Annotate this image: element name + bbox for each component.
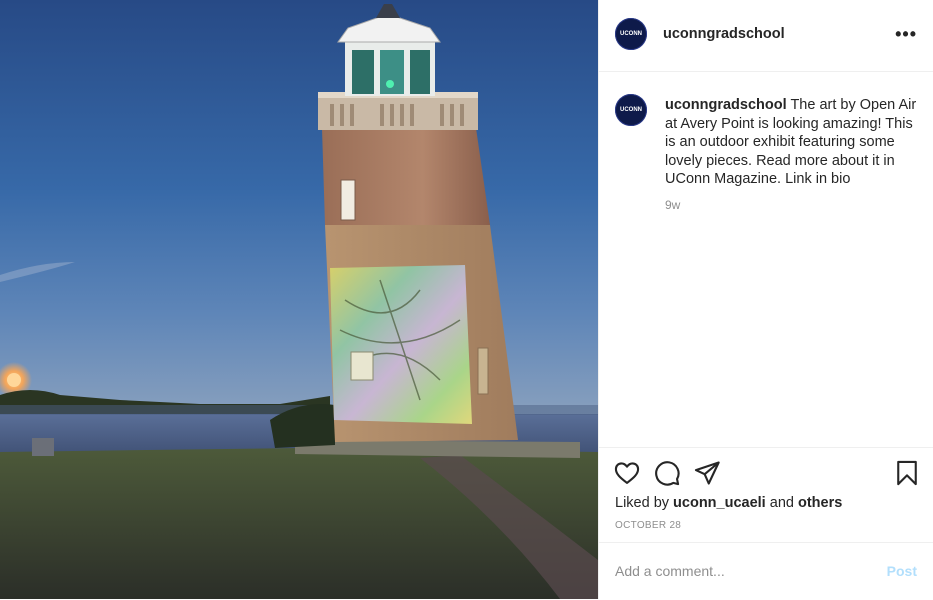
avatar-ring bbox=[615, 18, 647, 50]
action-bar: Liked by uconn_ucaeli and others OCTOBER… bbox=[599, 447, 933, 543]
post-dialog: UCONN uconngradschool ••• UCONN uconngra… bbox=[0, 0, 933, 599]
more-horizontal-icon[interactable]: ••• bbox=[895, 24, 917, 44]
caption: uconngradschool The art by Open Air at A… bbox=[665, 96, 925, 189]
caption-username[interactable]: uconngradschool bbox=[665, 97, 787, 113]
post-photo[interactable] bbox=[0, 0, 598, 599]
post-header: UCONN uconngradschool ••• bbox=[599, 0, 933, 72]
post-date[interactable]: OCTOBER 28 bbox=[615, 520, 681, 531]
heart-icon[interactable] bbox=[613, 459, 641, 487]
comment-input[interactable] bbox=[615, 561, 865, 581]
liked-by-and: and bbox=[769, 495, 794, 511]
share-icon[interactable] bbox=[693, 459, 721, 487]
header-username[interactable]: uconngradschool bbox=[663, 26, 785, 42]
post-button[interactable]: Post bbox=[887, 563, 917, 579]
liked-by-user[interactable]: uconn_ucaeli bbox=[673, 495, 766, 511]
liked-by: Liked by uconn_ucaeli and others bbox=[615, 495, 842, 511]
liked-by-others[interactable]: others bbox=[798, 495, 842, 511]
caption-avatar[interactable]: UCONN bbox=[615, 94, 647, 126]
liked-by-prefix: Liked by bbox=[615, 495, 670, 511]
avatar-ring bbox=[615, 94, 647, 126]
post-age[interactable]: 9w bbox=[665, 198, 680, 212]
avatar[interactable]: UCONN bbox=[615, 18, 647, 50]
post-side-panel: UCONN uconngradschool ••• UCONN uconngra… bbox=[598, 0, 933, 599]
lighthouse-photo bbox=[0, 0, 598, 599]
comment-box: Post bbox=[599, 542, 933, 600]
bookmark-icon[interactable] bbox=[893, 459, 921, 487]
comment-icon[interactable] bbox=[653, 459, 681, 487]
